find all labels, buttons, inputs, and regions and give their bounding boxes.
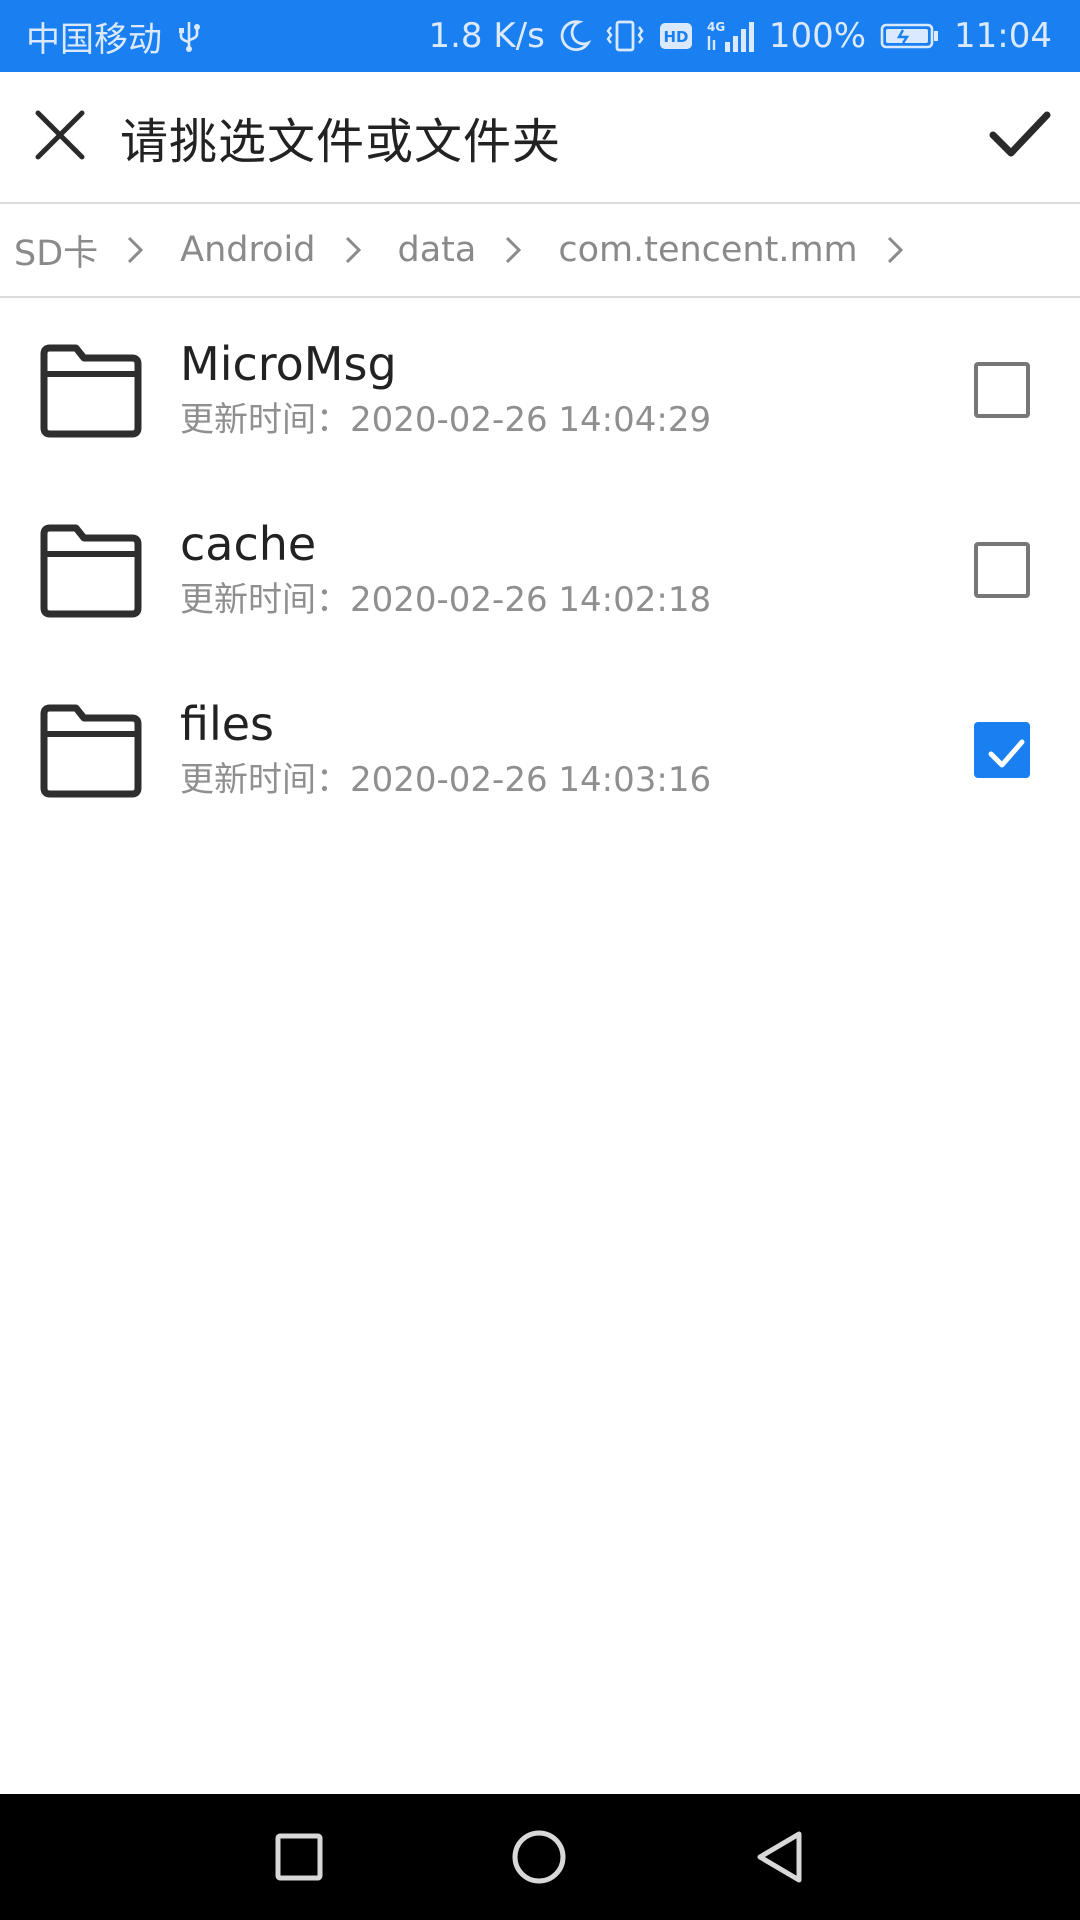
confirm-button[interactable] <box>960 71 1080 203</box>
carrier-label: 中国移动 <box>26 19 162 60</box>
vibrate-icon <box>605 19 645 53</box>
close-button[interactable] <box>0 71 120 203</box>
folder-icon <box>36 700 144 800</box>
clock: 11:04 <box>954 16 1052 56</box>
breadcrumb-item-sd-card[interactable]: SD卡 <box>14 225 98 276</box>
usb-icon <box>176 19 202 53</box>
network-type-text: 4G <box>707 20 725 34</box>
hd-badge-text: HD <box>663 28 688 46</box>
home-circle-icon[interactable] <box>506 1824 572 1890</box>
list-item-text: cache 更新时间：2020-02-26 14:02:18 <box>180 516 711 622</box>
file-updated-time: 更新时间：2020-02-26 14:04:29 <box>180 400 712 440</box>
page-title: 请挑选文件或文件夹 <box>120 114 562 170</box>
check-icon <box>989 111 1051 163</box>
breadcrumb-item-android[interactable]: Android <box>180 230 315 270</box>
chevron-right-icon <box>344 235 362 265</box>
list-item[interactable]: cache 更新时间：2020-02-26 14:02:18 <box>0 480 1080 660</box>
file-name: MicroMsg <box>180 337 397 391</box>
select-checkbox[interactable] <box>974 542 1030 598</box>
list-item[interactable]: files 更新时间：2020-02-26 14:03:16 <box>0 660 1080 840</box>
chevron-right-icon <box>126 235 144 265</box>
close-icon <box>33 108 87 166</box>
title-bar: 请挑选文件或文件夹 <box>0 72 1080 204</box>
recents-square-icon[interactable] <box>266 1824 332 1890</box>
status-bar: 中国移动 1.8 K/s HD 4G 100% 11:04 <box>0 0 1080 72</box>
battery-charging-icon <box>880 21 940 51</box>
chevron-right-icon <box>886 235 904 265</box>
file-updated-time: 更新时间：2020-02-26 14:02:18 <box>180 580 712 620</box>
file-updated-time: 更新时间：2020-02-26 14:03:16 <box>180 760 712 800</box>
file-list: MicroMsg 更新时间：2020-02-26 14:04:29 cache … <box>0 300 1080 840</box>
select-checkbox[interactable] <box>974 362 1030 418</box>
navigation-bar <box>0 1794 1080 1920</box>
checkmark-icon <box>988 739 1025 768</box>
select-checkbox[interactable] <box>974 722 1030 778</box>
back-triangle-icon[interactable] <box>748 1824 814 1890</box>
chevron-right-icon <box>504 235 522 265</box>
list-item[interactable]: MicroMsg 更新时间：2020-02-26 14:04:29 <box>0 300 1080 480</box>
net-speed: 1.8 K/s <box>428 16 545 56</box>
folder-icon <box>36 520 144 620</box>
breadcrumb-item-data[interactable]: data <box>398 230 477 270</box>
file-name: files <box>180 697 275 751</box>
list-item-text: files 更新时间：2020-02-26 14:03:16 <box>180 696 711 802</box>
breadcrumb: SD卡 Android data com.tencent.mm <box>0 204 1080 298</box>
signal-icon: 4G <box>707 18 755 54</box>
battery-percent: 100% <box>768 16 867 56</box>
moon-icon <box>559 19 591 53</box>
folder-icon <box>36 340 144 440</box>
list-item-text: MicroMsg 更新时间：2020-02-26 14:04:29 <box>180 336 711 442</box>
hd-icon: HD <box>659 21 693 51</box>
file-name: cache <box>180 517 317 571</box>
breadcrumb-item-com-tencent-mm[interactable]: com.tencent.mm <box>558 230 857 270</box>
